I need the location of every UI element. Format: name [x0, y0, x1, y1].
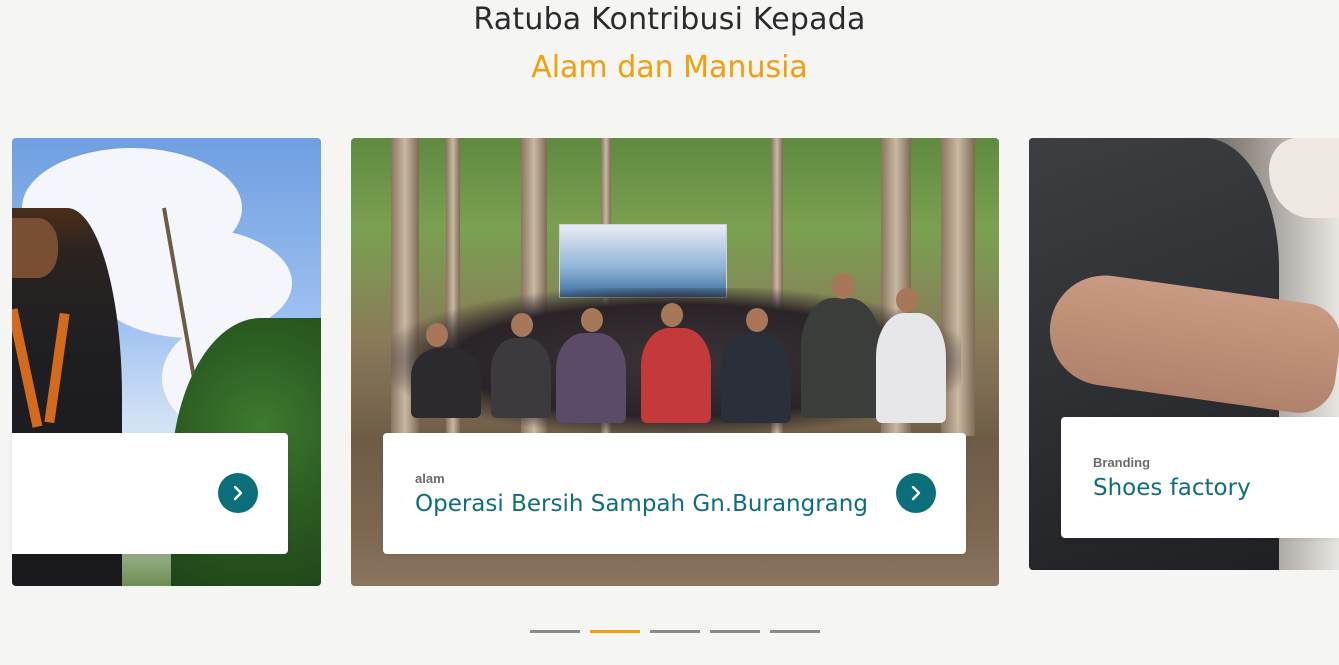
slide-card-right: Branding Shoes factory	[1061, 417, 1339, 538]
card-category: alam	[415, 471, 445, 486]
pagination-dot[interactable]	[710, 630, 760, 633]
card-category: Branding	[1093, 455, 1151, 470]
next-button[interactable]	[896, 473, 936, 513]
pagination-dot-active[interactable]	[590, 630, 640, 633]
heading-line-2: Alam dan Manusia	[531, 50, 808, 85]
chevron-right-icon	[911, 485, 921, 501]
chevron-right-icon	[233, 485, 243, 501]
card-title[interactable]: Shoes factory	[1093, 475, 1251, 501]
heading-line-1: Ratuba Kontribusi Kepada	[473, 2, 866, 37]
next-button[interactable]	[218, 473, 258, 513]
pagination-dot[interactable]	[770, 630, 820, 633]
page: Ratuba Kontribusi Kepada Alam dan Manusi…	[0, 0, 1339, 665]
carousel-pagination	[530, 630, 820, 634]
pagination-dot[interactable]	[530, 630, 580, 633]
pagination-dot[interactable]	[650, 630, 700, 633]
slide-card-active: alam Operasi Bersih Sampah Gn.Burangrang	[383, 433, 966, 554]
slide-card-left	[12, 433, 288, 554]
event-banner	[559, 224, 727, 298]
card-title[interactable]: Operasi Bersih Sampah Gn.Burangrang	[415, 491, 868, 517]
